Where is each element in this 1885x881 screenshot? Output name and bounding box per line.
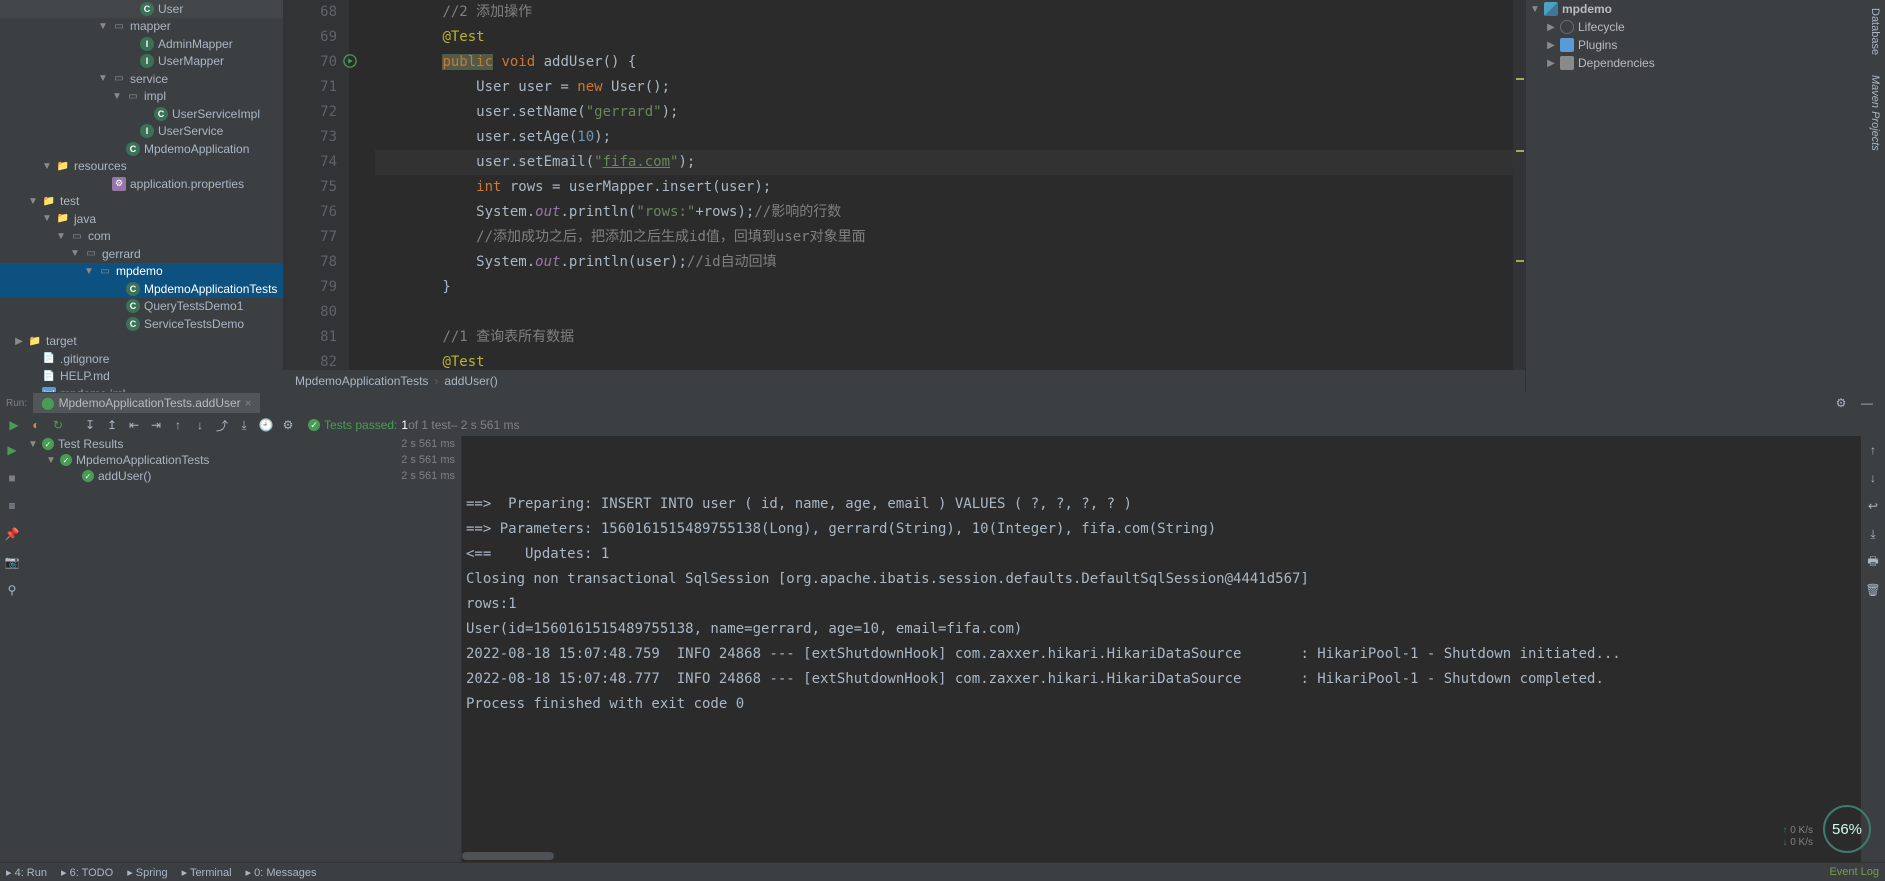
run-tab[interactable]: ⬤ MpdemoApplicationTests.addUser × xyxy=(33,393,260,413)
console-output[interactable]: ==> Preparing: INSERT INTO user ( id, na… xyxy=(462,436,1861,862)
tree-item-test[interactable]: ▼📁test xyxy=(0,193,283,211)
soft-wrap-icon[interactable]: ↩ xyxy=(1863,496,1883,516)
status-bar: ▸ 4: Run ▸ 6: TODO ▸ Spring ▸ Terminal ▸ 0: … xyxy=(0,862,1885,881)
test-results-tree[interactable]: ▼✓Test Results2 s 561 ms▼✓MpdemoApplicat… xyxy=(24,436,462,862)
bottom-tab[interactable]: ▸ 0: Messages xyxy=(246,866,317,879)
bottom-tab[interactable]: ▸ 6: TODO xyxy=(61,866,113,879)
memory-indicator[interactable]: 56% xyxy=(1823,805,1871,853)
run-side-toolbar: ▶ ■ ≡ 📌 📷 ⚲ xyxy=(0,436,24,862)
rerun-button[interactable]: ▶ xyxy=(4,415,24,435)
code-area[interactable]: //2 添加操作 @Test public void addUser() { U… xyxy=(349,0,1525,370)
print-icon[interactable]: 🖶 xyxy=(1863,552,1883,572)
tree-item-userservice[interactable]: IUserService xyxy=(0,123,283,141)
scrollbar-thumb[interactable] xyxy=(462,852,554,860)
run-again-button[interactable]: ▶ xyxy=(2,440,22,460)
tree-item-mapper[interactable]: ▼▭mapper xyxy=(0,18,283,36)
toggle-auto-button[interactable]: ◐ xyxy=(26,415,46,435)
tree-item-help-md[interactable]: 📄HELP.md xyxy=(0,368,283,386)
next-icon[interactable]: ↓ xyxy=(190,415,210,435)
settings-icon[interactable]: ⚙ xyxy=(278,415,298,435)
breadcrumb[interactable]: MpdemoApplicationTests › addUser() xyxy=(283,370,1525,392)
maven-lifecycle[interactable]: ▶Lifecycle xyxy=(1526,18,1865,36)
tree-item-target[interactable]: ▶📁target xyxy=(0,333,283,351)
error-stripe[interactable] xyxy=(1513,0,1525,370)
tree-item-mpdemo[interactable]: ▼▭mpdemo xyxy=(0,263,283,281)
bottom-tab[interactable]: ▸ Terminal xyxy=(182,866,232,879)
code-editor[interactable]: 686970717273747576777879808182 //2 添加操作 … xyxy=(283,0,1525,392)
expand-all-icon[interactable]: ⇥ xyxy=(146,415,166,435)
tab-database[interactable]: Database xyxy=(1869,8,1881,55)
tree-item-gerrard[interactable]: ▼▭gerrard xyxy=(0,245,283,263)
history-icon[interactable]: 🕘 xyxy=(256,415,276,435)
run-label: Run: xyxy=(0,398,33,409)
gear-icon[interactable]: ⚙ xyxy=(1831,393,1851,413)
tree-item-java[interactable]: ▼📁java xyxy=(0,210,283,228)
tree-item-mpdemoapplicationtests[interactable]: CMpdemoApplicationTests xyxy=(0,280,283,298)
tree-item-user[interactable]: CUser xyxy=(0,0,283,18)
tree-item--gitignore[interactable]: 📄.gitignore xyxy=(0,350,283,368)
breadcrumb-class[interactable]: MpdemoApplicationTests xyxy=(295,374,428,388)
pin-icon[interactable]: 📌 xyxy=(2,524,22,544)
console-toolbar: ↑ ↓ ↩ ⤓ 🖶 🗑 xyxy=(1861,436,1885,862)
maven-panel[interactable]: ▼ mpdemo ▶Lifecycle▶Plugins▶Dependencies xyxy=(1525,0,1865,392)
minimize-icon[interactable]: — xyxy=(1857,393,1877,413)
tree-item-mpdemoapplication[interactable]: CMpdemoApplication xyxy=(0,140,283,158)
scroll-end-icon[interactable]: ⤓ xyxy=(1863,524,1883,544)
right-side-tabs[interactable]: Database Maven Projects xyxy=(1865,0,1885,392)
up-icon[interactable]: ↑ xyxy=(1863,440,1883,460)
breadcrumb-method[interactable]: addUser() xyxy=(444,374,497,388)
project-tree[interactable]: CUser▼▭mapperIAdminMapperIUserMapper▼▭se… xyxy=(0,0,283,392)
tab-maven-projects[interactable]: Maven Projects xyxy=(1869,75,1881,151)
tree-item-mpdemo-iml[interactable]: imlmpdemo.iml xyxy=(0,385,283,392)
trash-icon[interactable]: 🗑 xyxy=(1863,580,1883,600)
export-icon[interactable]: ⤴ xyxy=(212,415,232,435)
pass-icon: ✓ xyxy=(308,419,320,431)
layout-icon[interactable]: ≡ xyxy=(2,496,22,516)
tree-item-querytestsdemo1[interactable]: CQueryTestsDemo1 xyxy=(0,298,283,316)
sort-up-icon[interactable]: ↥ xyxy=(102,415,122,435)
tree-item-resources[interactable]: ▼📁resources xyxy=(0,158,283,176)
run-panel-header: Run: ⬤ MpdemoApplicationTests.addUser × … xyxy=(0,392,1885,414)
maven-plugins[interactable]: ▶Plugins xyxy=(1526,36,1865,54)
test-node[interactable]: ✓addUser()2 s 561 ms xyxy=(24,468,461,484)
bottom-tab[interactable]: ▸ 4: Run xyxy=(6,866,47,879)
run-gutter-icon[interactable] xyxy=(341,52,359,70)
tree-item-application-properties[interactable]: ⚙application.properties xyxy=(0,175,283,193)
prev-icon[interactable]: ↑ xyxy=(168,415,188,435)
filter-icon[interactable]: ⚲ xyxy=(2,580,22,600)
event-log-button[interactable]: Event Log xyxy=(1829,866,1879,878)
tree-item-servicetestsdemo[interactable]: CServiceTestsDemo xyxy=(0,315,283,333)
tree-item-adminmapper[interactable]: IAdminMapper xyxy=(0,35,283,53)
run-toolbar: ▶ ◐ ↻ ↧ ↥ ⇤ ⇥ ↑ ↓ ⤴ ⤓ 🕘 ⚙ ✓ Tests passed… xyxy=(0,414,1885,436)
collapse-all-icon[interactable]: ⇤ xyxy=(124,415,144,435)
test-node[interactable]: ▼✓Test Results2 s 561 ms xyxy=(24,436,461,452)
network-indicator: 0 K/s 0 K/s xyxy=(1782,825,1813,849)
tree-item-userserviceimpl[interactable]: CUserServiceImpl xyxy=(0,105,283,123)
maven-dependencies[interactable]: ▶Dependencies xyxy=(1526,54,1865,72)
tree-item-impl[interactable]: ▼▭impl xyxy=(0,88,283,106)
close-icon[interactable]: × xyxy=(245,396,252,410)
tree-item-service[interactable]: ▼▭service xyxy=(0,70,283,88)
import-icon[interactable]: ⤓ xyxy=(234,415,254,435)
bottom-tab[interactable]: ▸ Spring xyxy=(127,866,167,879)
line-gutter: 686970717273747576777879808182 xyxy=(283,0,349,370)
stop-button[interactable]: ■ xyxy=(2,468,22,488)
maven-root[interactable]: ▼ mpdemo xyxy=(1526,0,1865,18)
sort-down-icon[interactable]: ↧ xyxy=(80,415,100,435)
camera-icon[interactable]: 📷 xyxy=(2,552,22,572)
tree-item-com[interactable]: ▼▭com xyxy=(0,228,283,246)
down-icon[interactable]: ↓ xyxy=(1863,468,1883,488)
test-node[interactable]: ▼✓MpdemoApplicationTests2 s 561 ms xyxy=(24,452,461,468)
rerun-failed-button[interactable]: ↻ xyxy=(48,415,68,435)
tree-item-usermapper[interactable]: IUserMapper xyxy=(0,53,283,71)
